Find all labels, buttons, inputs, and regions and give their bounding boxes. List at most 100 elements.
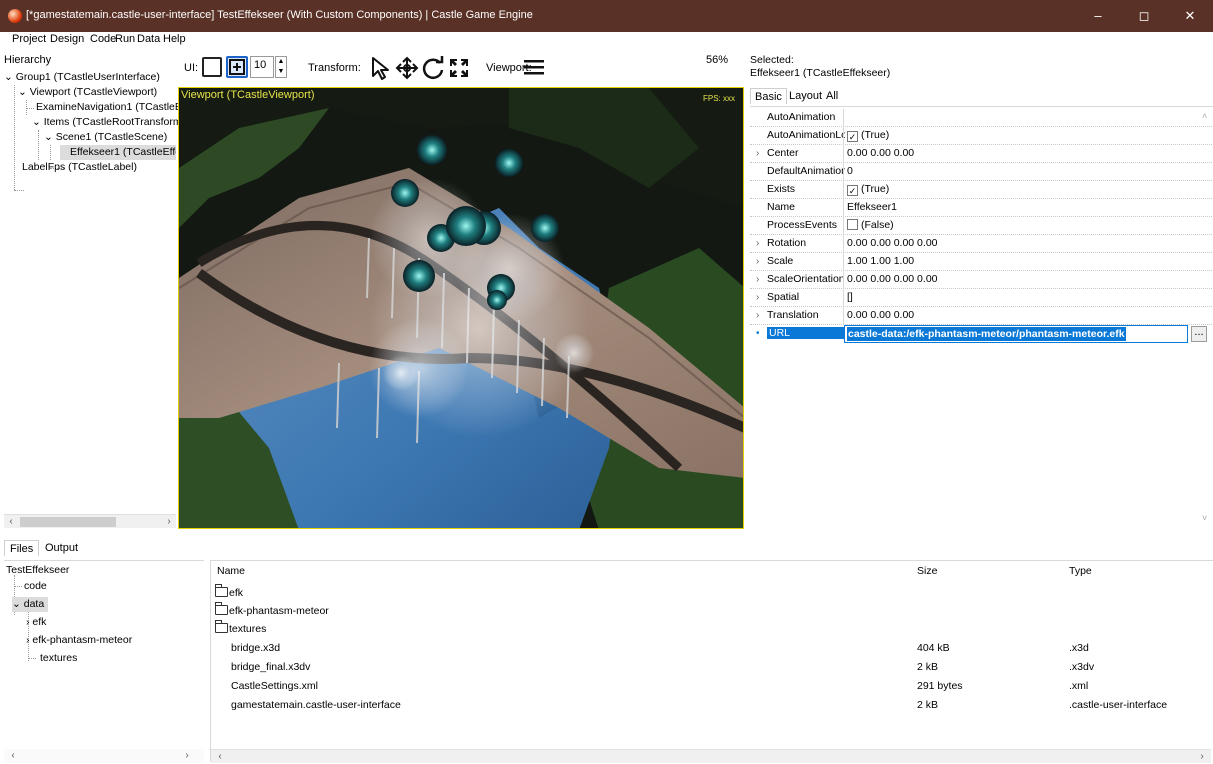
file-row[interactable]: bridge.x3d 404 kB .x3d: [211, 640, 1211, 658]
menu-help[interactable]: Help: [163, 33, 186, 45]
property-row[interactable]: › Center 0.00 0.00 0.00: [750, 145, 1212, 163]
checkbox-checked[interactable]: ✓: [847, 131, 858, 142]
maximize-button[interactable]: ◻: [1121, 0, 1167, 32]
property-row-url[interactable]: • URL castle-data:/efk-phantasm-meteor/p…: [750, 325, 1212, 345]
chevron-right-icon[interactable]: ›: [756, 256, 759, 267]
file-row-folder[interactable]: textures: [211, 620, 1211, 639]
tab-output[interactable]: Output: [40, 540, 83, 556]
close-button[interactable]: ✕: [1167, 0, 1213, 32]
tab-files[interactable]: Files: [4, 540, 40, 556]
property-row[interactable]: DefaultAnimationTransition 0: [750, 163, 1212, 181]
chevron-right-icon[interactable]: ›: [26, 616, 30, 628]
url-input[interactable]: castle-data:/efk-phantasm-meteor/phantas…: [844, 325, 1188, 343]
files-item-efk[interactable]: › efk: [26, 615, 46, 630]
property-row[interactable]: AutoAnimation: [750, 109, 1212, 127]
selected-name: Effekseer1 (TCastleEffekseer): [750, 67, 891, 79]
chevron-right-icon[interactable]: ›: [756, 148, 759, 159]
rotate-icon[interactable]: [420, 55, 446, 81]
chevron-right-icon[interactable]: ›: [26, 634, 30, 646]
ui-resize-mode-button[interactable]: [226, 56, 248, 78]
scroll-left-icon[interactable]: ‹: [6, 749, 20, 763]
property-row[interactable]: AutoAnimationLoop ✓(True): [750, 127, 1212, 145]
tree-item-examine-navigation[interactable]: ExamineNavigation1 (TCastleE: [36, 100, 182, 115]
file-row-folder[interactable]: efk: [211, 584, 1211, 603]
viewport-3d[interactable]: Viewport (TCastleViewport) FPS: xxx: [178, 87, 744, 529]
checkbox-checked[interactable]: ✓: [847, 185, 858, 196]
scroll-right-icon[interactable]: ›: [180, 749, 194, 763]
files-item-root[interactable]: TestEffekseer: [6, 563, 69, 578]
files-tree-scrollbar[interactable]: ‹ ›: [4, 749, 204, 763]
hamburger-menu-icon[interactable]: [522, 56, 546, 78]
property-scrollbar[interactable]: ˄ ˅: [1202, 111, 1212, 527]
chevron-down-icon[interactable]: ⌄: [18, 86, 27, 98]
scroll-thumb[interactable]: [20, 517, 116, 527]
snap-value-input[interactable]: 10: [250, 56, 274, 78]
chevron-right-icon[interactable]: ›: [756, 292, 759, 303]
property-row[interactable]: › Scale 1.00 1.00 1.00: [750, 253, 1212, 271]
chevron-right-icon[interactable]: ›: [756, 274, 759, 285]
files-item-data[interactable]: ⌄ data: [12, 597, 49, 612]
file-list-scrollbar[interactable]: ‹ ›: [211, 749, 1211, 763]
property-grid: AutoAnimation AutoAnimationLoop ✓(True) …: [750, 106, 1213, 530]
files-item-efk-phantasm-meteor[interactable]: › efk-phantasm-meteor: [26, 633, 132, 648]
hierarchy-scrollbar[interactable]: ‹ ›: [4, 514, 176, 528]
minimize-button[interactable]: –: [1075, 0, 1121, 32]
tree-item-viewport[interactable]: ⌄ Viewport (TCastleViewport): [18, 85, 157, 100]
files-item-code[interactable]: code: [24, 579, 47, 594]
window-title: [*gamestatemain.castle-user-interface] T…: [26, 9, 533, 21]
menu-code[interactable]: Code: [90, 33, 116, 45]
file-row[interactable]: bridge_final.x3dv 2 kB .x3dv: [211, 659, 1211, 677]
tab-basic[interactable]: Basic: [750, 88, 787, 104]
checkbox-unchecked[interactable]: [847, 219, 858, 230]
column-name[interactable]: Name: [217, 565, 245, 577]
file-row-folder[interactable]: efk-phantasm-meteor: [211, 602, 1211, 621]
menu-data[interactable]: Data: [137, 33, 160, 45]
move-icon[interactable]: [394, 55, 420, 81]
ui-select-mode-button[interactable]: [202, 57, 222, 77]
chevron-down-icon[interactable]: ⌄: [44, 131, 53, 143]
property-row[interactable]: › Translation 0.00 0.00 0.00: [750, 307, 1212, 325]
chevron-down-icon[interactable]: ⌄: [32, 116, 41, 128]
tab-all[interactable]: All: [822, 88, 842, 104]
scroll-up-icon[interactable]: ˄: [1202, 111, 1207, 121]
ui-label: UI:: [184, 62, 199, 74]
file-row[interactable]: CastleSettings.xml 291 bytes .xml: [211, 678, 1211, 696]
menu-project[interactable]: Project: [12, 33, 46, 45]
property-row[interactable]: Name Effekseer1: [750, 199, 1212, 217]
scroll-down-icon[interactable]: ˅: [1202, 513, 1207, 523]
app-logo-icon: [8, 9, 22, 23]
property-row[interactable]: › ScaleOrientation 0.00 0.00 0.00 0.00: [750, 271, 1212, 289]
tree-item-items[interactable]: ⌄ Items (TCastleRootTransform): [32, 115, 185, 130]
chevron-down-icon[interactable]: ⌄: [4, 71, 13, 83]
file-row[interactable]: gamestatemain.castle-user-interface 2 kB…: [211, 697, 1211, 715]
scroll-left-icon[interactable]: ‹: [4, 515, 18, 529]
zoom-level: 56%: [706, 54, 729, 66]
tree-item-scene1[interactable]: ⌄ Scene1 (TCastleScene): [44, 130, 167, 145]
select-arrow-icon[interactable]: [368, 55, 394, 81]
transform-label: Transform:: [308, 62, 361, 74]
column-size[interactable]: Size: [917, 565, 937, 577]
design-toolbar: UI: 10 ▲ ▼ Transform: Viewport:: [176, 50, 746, 86]
scale-icon[interactable]: [446, 55, 472, 81]
files-item-textures[interactable]: textures: [40, 651, 77, 666]
property-row[interactable]: › Rotation 0.00 0.00 0.00 0.00: [750, 235, 1212, 253]
chevron-right-icon[interactable]: ›: [756, 310, 759, 321]
menu-run[interactable]: Run: [115, 33, 135, 45]
chevron-right-icon[interactable]: ›: [756, 238, 759, 249]
scroll-right-icon[interactable]: ›: [162, 515, 176, 529]
tree-item-group1[interactable]: ⌄ Group1 (TCastleUserInterface): [4, 70, 160, 85]
chevron-down-icon[interactable]: ⌄: [12, 598, 21, 610]
file-list: Name Size Type efk efk-phantasm-meteor t…: [210, 560, 1213, 763]
property-row[interactable]: › Spatial []: [750, 289, 1212, 307]
menu-bar: Project Design Code Run Data Help: [0, 32, 1213, 48]
menu-design[interactable]: Design: [50, 33, 84, 45]
tab-layout[interactable]: Layout: [785, 88, 826, 104]
tree-item-label-fps[interactable]: LabelFps (TCastleLabel): [22, 160, 137, 175]
selected-label: Selected:: [750, 54, 794, 66]
column-type[interactable]: Type: [1069, 565, 1092, 577]
snap-stepper[interactable]: ▲ ▼: [275, 56, 287, 78]
property-row[interactable]: Exists ✓ (True): [750, 181, 1212, 199]
tree-item-effekseer1[interactable]: Effekseer1 (TCastleEffeks: [60, 145, 176, 160]
property-row[interactable]: ProcessEvents (False): [750, 217, 1212, 235]
files-tree: TestEffekseer code ⌄ data › efk › efk-ph…: [4, 560, 204, 763]
